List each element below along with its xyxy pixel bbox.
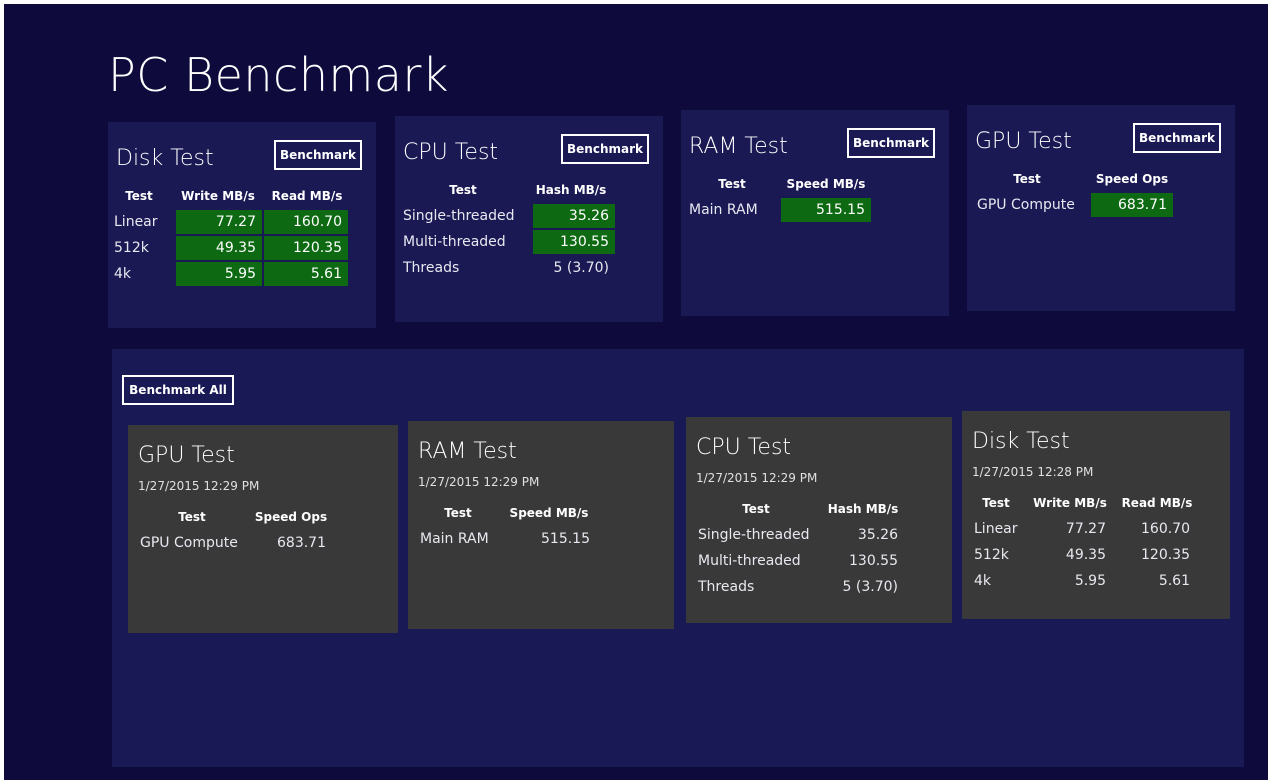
row-label: 4k	[974, 573, 992, 589]
threads-value: 5 (3.70)	[842, 579, 898, 595]
cpu-result-card: CPU Test 1/27/2015 12:29 PM Test Hash MB…	[686, 417, 952, 623]
column-header: Test	[444, 506, 472, 520]
write-value: 49.35	[1065, 547, 1106, 563]
column-header: Speed Ops	[254, 510, 328, 524]
result-timestamp: 1/27/2015 12:29 PM	[138, 479, 260, 493]
result-title: RAM Test	[418, 439, 517, 464]
result-title: Disk Test	[972, 429, 1070, 454]
row-label: 4k	[114, 266, 132, 282]
row-label: 512k	[114, 240, 149, 256]
column-header: Write MB/s	[181, 189, 255, 203]
hash-value: 130.55	[533, 230, 615, 254]
row-label: GPU Compute	[977, 197, 1075, 213]
cpu-benchmark-button[interactable]: Benchmark	[561, 134, 649, 164]
read-value: 160.70	[1141, 521, 1190, 537]
row-label: Multi-threaded	[403, 234, 506, 250]
read-value: 160.70	[264, 210, 348, 234]
row-label: Main RAM	[689, 202, 758, 218]
row-label: Threads	[403, 260, 460, 276]
ram-test-tile: RAM Test Benchmark Test Speed MB/s Main …	[681, 110, 949, 316]
app-window: PC Benchmark Disk Test Benchmark Test Wr…	[4, 4, 1268, 780]
column-header: Test	[449, 183, 477, 197]
row-label: Threads	[698, 579, 755, 595]
write-value: 5.95	[1074, 573, 1106, 589]
row-label: Single-threaded	[403, 208, 515, 224]
write-value: 77.27	[176, 210, 262, 234]
write-value: 5.95	[176, 262, 262, 286]
hash-value: 35.26	[857, 527, 898, 543]
read-value: 5.61	[1158, 573, 1190, 589]
column-header: Test	[1013, 172, 1041, 186]
result-timestamp: 1/27/2015 12:29 PM	[418, 475, 540, 489]
tile-title: CPU Test	[403, 140, 499, 165]
gpu-test-tile: GPU Test Benchmark Test Speed Ops GPU Co…	[967, 105, 1235, 311]
result-title: GPU Test	[138, 443, 235, 468]
row-label: Multi-threaded	[698, 553, 801, 569]
read-value: 120.35	[1141, 547, 1190, 563]
column-header: Hash MB/s	[535, 183, 607, 197]
column-header: Read MB/s	[271, 189, 343, 203]
disk-test-tile: Disk Test Benchmark Test Write MB/s Read…	[108, 122, 376, 328]
hash-value: 35.26	[533, 204, 615, 228]
column-header: Speed MB/s	[786, 177, 866, 191]
tile-title: GPU Test	[975, 129, 1072, 154]
gpu-result-card: GPU Test 1/27/2015 12:29 PM Test Speed O…	[128, 425, 398, 633]
speed-value: 683.71	[277, 535, 326, 551]
column-header: Speed Ops	[1095, 172, 1169, 186]
disk-result-card: Disk Test 1/27/2015 12:28 PM Test Write …	[962, 411, 1230, 619]
column-header: Speed MB/s	[509, 506, 589, 520]
row-label: 512k	[974, 547, 1009, 563]
threads-value: 5 (3.70)	[553, 260, 609, 276]
tile-title: RAM Test	[689, 134, 788, 159]
ram-benchmark-button[interactable]: Benchmark	[847, 128, 935, 158]
write-value: 77.27	[1065, 521, 1106, 537]
read-value: 120.35	[264, 236, 348, 260]
row-label: Linear	[114, 214, 158, 230]
row-label: Single-threaded	[698, 527, 810, 543]
result-title: CPU Test	[696, 435, 792, 460]
column-header: Test	[982, 496, 1010, 510]
row-label: GPU Compute	[140, 535, 238, 551]
cpu-test-tile: CPU Test Benchmark Test Hash MB/s Single…	[395, 116, 663, 322]
column-header: Test	[742, 502, 770, 516]
ram-result-card: RAM Test 1/27/2015 12:29 PM Test Speed M…	[408, 421, 674, 629]
benchmark-all-button[interactable]: Benchmark All	[122, 375, 234, 405]
result-timestamp: 1/27/2015 12:29 PM	[696, 471, 818, 485]
column-header: Test	[178, 510, 206, 524]
result-timestamp: 1/27/2015 12:28 PM	[972, 465, 1094, 479]
column-header: Test	[718, 177, 746, 191]
disk-benchmark-button[interactable]: Benchmark	[274, 140, 362, 170]
column-header: Read MB/s	[1121, 496, 1193, 510]
hash-value: 130.55	[849, 553, 898, 569]
page-title: PC Benchmark	[108, 48, 450, 102]
speed-value: 683.71	[1091, 193, 1173, 217]
results-panel: Benchmark All GPU Test 1/27/2015 12:29 P…	[112, 349, 1244, 767]
gpu-benchmark-button[interactable]: Benchmark	[1133, 123, 1221, 153]
column-header: Test	[125, 189, 153, 203]
column-header: Write MB/s	[1033, 496, 1107, 510]
write-value: 49.35	[176, 236, 262, 260]
row-label: Main RAM	[420, 531, 489, 547]
tile-title: Disk Test	[116, 146, 214, 171]
speed-value: 515.15	[781, 198, 871, 222]
speed-value: 515.15	[541, 531, 590, 547]
read-value: 5.61	[264, 262, 348, 286]
row-label: Linear	[974, 521, 1018, 537]
column-header: Hash MB/s	[827, 502, 899, 516]
